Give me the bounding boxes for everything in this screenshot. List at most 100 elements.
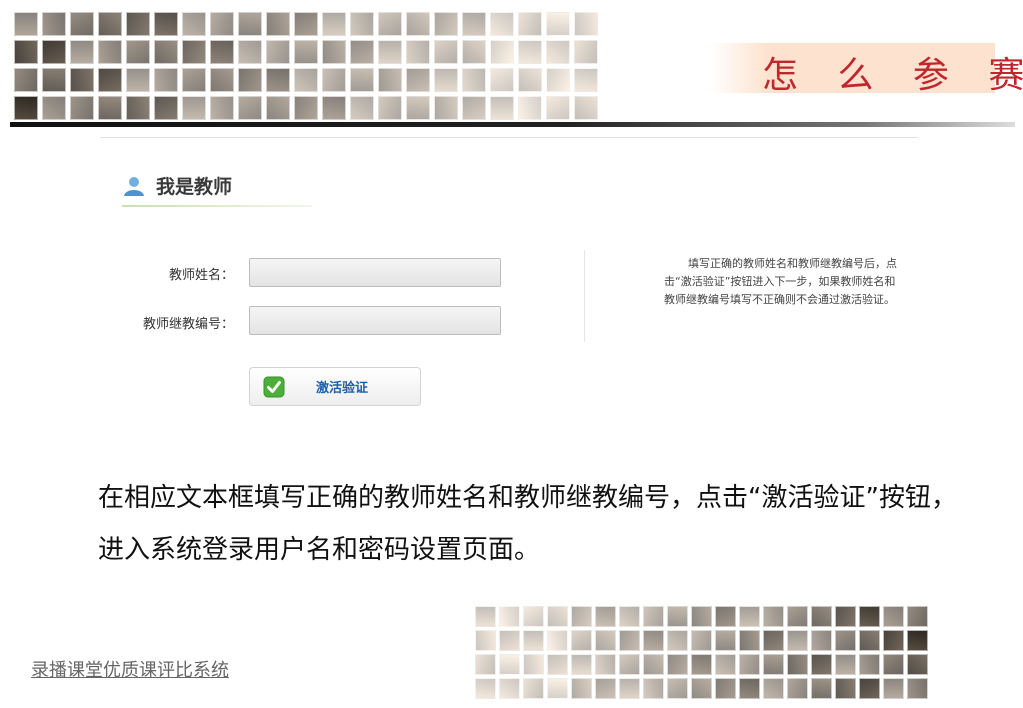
mosaic-tile [210, 96, 234, 120]
mosaic-tile [883, 606, 904, 627]
mosaic-tile [907, 630, 928, 651]
mosaic-tile [294, 12, 318, 36]
mosaic-tile [619, 606, 640, 627]
mosaic-tile [643, 630, 664, 651]
content-divider [100, 137, 918, 138]
mosaic-tile [546, 40, 570, 64]
mosaic-tile [518, 96, 542, 120]
mosaic-tile [475, 606, 496, 627]
activate-verify-button[interactable]: 激活验证 [249, 367, 421, 406]
mosaic-tile [518, 40, 542, 64]
mosaic-tile [434, 40, 458, 64]
mosaic-tile [787, 630, 808, 651]
mosaic-tile [546, 68, 570, 92]
mosaic-tile [763, 606, 784, 627]
mosaic-tile [266, 68, 290, 92]
mosaic-tile [462, 96, 486, 120]
mosaic-tile [667, 654, 688, 675]
mosaic-tile [406, 12, 430, 36]
header-divider [10, 122, 1015, 127]
mosaic-tile [42, 40, 66, 64]
mosaic-tile [619, 630, 640, 651]
mosaic-tile [571, 606, 592, 627]
mosaic-tile [14, 40, 38, 64]
mosaic-tile [462, 68, 486, 92]
mosaic-tile [518, 12, 542, 36]
section-header: 我是教师 [122, 172, 232, 199]
mosaic-tile [763, 654, 784, 675]
mosaic-tile [571, 654, 592, 675]
activate-verify-label: 激活验证 [316, 381, 369, 396]
mosaic-tile [14, 96, 38, 120]
mosaic-tile [350, 68, 374, 92]
mosaic-tile [907, 678, 928, 699]
mosaic-tile [154, 12, 178, 36]
mosaic-tile [574, 68, 598, 92]
mosaic-tile [238, 68, 262, 92]
footer-system-link[interactable]: 录播课堂优质课评比系统 [31, 656, 229, 682]
instruction-hint-text: 填写正确的教师姓名和教师继教编号后，点击“激活验证”按钮进入下一步，如果教师姓名… [664, 257, 897, 306]
mosaic-tile [787, 678, 808, 699]
mosaic-tile [462, 40, 486, 64]
mosaic-tile [643, 678, 664, 699]
mosaic-tile [182, 12, 206, 36]
mosaic-tile [475, 654, 496, 675]
teacher-name-input[interactable] [249, 258, 501, 287]
mosaic-tile [739, 606, 760, 627]
mosaic-tile [406, 96, 430, 120]
mosaic-tile [595, 606, 616, 627]
mosaic-tile [595, 654, 616, 675]
mosaic-tile [350, 40, 374, 64]
mosaic-tile [98, 96, 122, 120]
mosaic-tile [462, 12, 486, 36]
mosaic-tile [70, 40, 94, 64]
mosaic-tile [490, 12, 514, 36]
mosaic-tile [907, 606, 928, 627]
mosaic-tile [98, 40, 122, 64]
mosaic-tile [154, 68, 178, 92]
mosaic-tile [523, 606, 544, 627]
mosaic-tile [763, 678, 784, 699]
mosaic-tile [378, 40, 402, 64]
mosaic-tile [42, 68, 66, 92]
mosaic-tile [523, 630, 544, 651]
mosaic-tile [350, 96, 374, 120]
mosaic-tile [294, 40, 318, 64]
mosaic-tile [883, 654, 904, 675]
section-underline [122, 205, 312, 207]
mosaic-tile [787, 654, 808, 675]
mosaic-tile [574, 96, 598, 120]
mosaic-tile [294, 96, 318, 120]
mosaic-tile [126, 40, 150, 64]
mosaic-tile [42, 12, 66, 36]
mosaic-tile [266, 12, 290, 36]
mosaic-tile [691, 606, 712, 627]
mosaic-tile [859, 678, 880, 699]
mosaic-tile [546, 12, 570, 36]
mosaic-tile [294, 68, 318, 92]
mosaic-tile [691, 678, 712, 699]
mosaic-tile [859, 630, 880, 651]
user-icon [124, 176, 144, 196]
checkmark-icon [263, 376, 285, 397]
mosaic-tile [154, 40, 178, 64]
mosaic-tile [547, 630, 568, 651]
mosaic-tile [14, 12, 38, 36]
mosaic-tile [322, 40, 346, 64]
mosaic-tile [499, 678, 520, 699]
mosaic-tile [811, 654, 832, 675]
mosaic-tile [238, 12, 262, 36]
mosaic-tile [859, 654, 880, 675]
section-title: 我是教师 [156, 176, 233, 198]
teacher-id-input[interactable] [249, 306, 501, 335]
mosaic-tile [571, 630, 592, 651]
mosaic-tile [126, 12, 150, 36]
mosaic-tile [322, 12, 346, 36]
teacher-name-label: 教师姓名： [168, 268, 234, 283]
mosaic-tile [574, 40, 598, 64]
mosaic-tile [499, 606, 520, 627]
mosaic-tile [434, 68, 458, 92]
mosaic-tile [643, 654, 664, 675]
form-separator [584, 250, 585, 342]
mosaic-tile [70, 68, 94, 92]
